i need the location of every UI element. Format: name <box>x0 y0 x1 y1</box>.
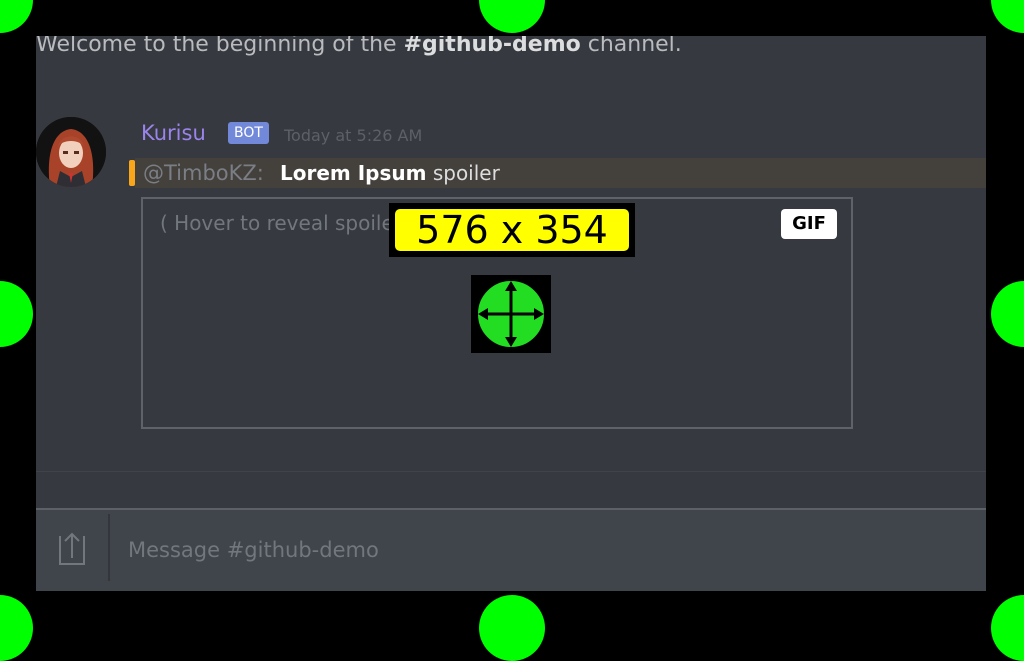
anime-avatar-icon <box>36 117 106 187</box>
message-username[interactable]: Kurisu <box>141 121 206 145</box>
reply-text: Lorem Ipsum spoiler <box>280 161 500 185</box>
resize-handle-bottom-right[interactable] <box>991 595 1024 661</box>
message-timestamp: Today at 5:26 AM <box>284 126 423 145</box>
reply-accent-bar <box>129 160 135 186</box>
welcome-prefix: Welcome to the beginning of the <box>36 36 404 57</box>
upload-button[interactable] <box>52 528 92 568</box>
message-composer: Message #github-demo <box>36 508 986 591</box>
message-input[interactable]: Message #github-demo <box>128 538 379 562</box>
chat-window: Welcome to the beginning of the #github-… <box>36 36 986 591</box>
dimensions-text: 576 x 354 <box>395 209 629 251</box>
resize-handle-top[interactable] <box>479 0 545 33</box>
resize-handle-top-left[interactable] <box>0 0 33 33</box>
resize-handle-top-right[interactable] <box>991 0 1024 33</box>
gif-badge: GIF <box>781 209 837 239</box>
reply-mention[interactable]: @TimboKZ: <box>143 161 264 185</box>
bot-badge: BOT <box>228 122 269 144</box>
dimensions-label: 576 x 354 <box>389 203 635 257</box>
reply-bold-text: Lorem Ipsum <box>280 161 427 185</box>
move-crosshair-icon[interactable] <box>471 275 551 353</box>
composer-separator <box>108 514 110 581</box>
messages-divider <box>36 471 986 472</box>
avatar[interactable] <box>36 117 106 187</box>
resize-handle-bottom-left[interactable] <box>0 595 33 661</box>
resize-handle-left[interactable] <box>0 281 33 347</box>
upload-icon <box>59 532 85 565</box>
channel-welcome: Welcome to the beginning of the #github-… <box>36 36 682 57</box>
resize-handle-right[interactable] <box>991 281 1024 347</box>
welcome-suffix: channel. <box>580 36 682 57</box>
spoiler-hint: ( Hover to reveal spoiler ) <box>160 211 417 235</box>
resize-handle-bottom[interactable] <box>479 595 545 661</box>
channel-name[interactable]: #github-demo <box>404 36 581 57</box>
reply-plain-text: spoiler <box>432 161 500 185</box>
